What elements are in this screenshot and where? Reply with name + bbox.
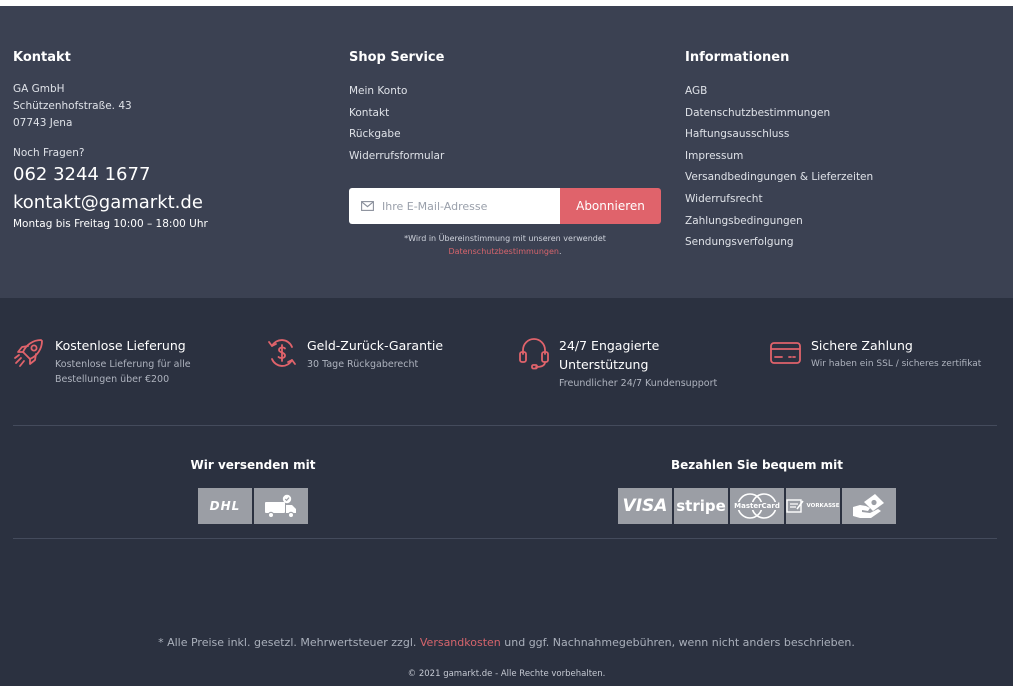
phone-number[interactable]: 062 3244 1677 xyxy=(13,162,313,188)
info-link-tracking[interactable]: Sendungsverfolgung xyxy=(685,232,1005,254)
money-back-icon xyxy=(268,339,296,367)
visa-logo-text: VISA xyxy=(622,496,668,516)
footer-page: Kontakt GA GmbH Schützenhofstraße. 43 07… xyxy=(0,0,1013,686)
service-link-contact[interactable]: Kontakt xyxy=(349,103,669,125)
prepayment-logo: VORKASSE xyxy=(786,488,840,524)
hand-money-icon xyxy=(853,494,884,518)
cash-payment-logo xyxy=(842,488,896,524)
feature-support: 24/7 Engagierte Unterstützung Freundlich… xyxy=(517,336,747,391)
envelope-icon xyxy=(361,201,374,211)
divider xyxy=(13,538,997,539)
service-link-return[interactable]: Rückgabe xyxy=(349,124,669,146)
stripe-logo-text: stripe xyxy=(676,497,726,515)
service-link-account[interactable]: Mein Konto xyxy=(349,81,669,103)
feature-desc: Wir haben ein SSL / sicheres zertifikat xyxy=(811,359,982,369)
service-heading: Shop Service xyxy=(349,50,445,65)
opening-hours: Montag bis Freitag 10:00 – 18:00 Uhr xyxy=(13,218,208,230)
newsletter-email-input[interactable]: Ihre E-Mail-Adresse xyxy=(349,188,560,224)
info-link-agb[interactable]: AGB xyxy=(685,81,1005,103)
invoice-check-icon xyxy=(786,499,805,513)
dhl-logo-text: DHL xyxy=(209,499,241,513)
info-heading: Informationen xyxy=(685,50,790,65)
consent-text: *Wird in Übereinstimmung mit unseren ver… xyxy=(404,234,606,243)
consent-end: . xyxy=(559,247,562,256)
email-link[interactable]: kontakt@gamarkt.de xyxy=(13,190,313,216)
price-note-text: * Alle Preise inkl. gesetzl. Mehrwertste… xyxy=(158,636,417,649)
prepayment-logo-text: VORKASSE xyxy=(806,503,840,509)
feature-secure-payment: Sichere Zahlung Wir haben ein SSL / sich… xyxy=(769,336,1005,372)
feature-desc: Freundlicher 24/7 Kundensupport xyxy=(559,378,718,389)
copyright: © 2021 gamarkt.de - Alle Rechte vorbehal… xyxy=(407,669,606,679)
price-note: * Alle Preise inkl. gesetzl. Mehrwertste… xyxy=(0,636,1013,649)
visa-logo: VISA xyxy=(618,488,672,524)
newsletter-placeholder: Ihre E-Mail-Adresse xyxy=(382,199,488,213)
mastercard-logo: MasterCard xyxy=(730,488,784,524)
company-city: 07743 Jena xyxy=(13,117,73,129)
company-street: Schützenhofstraße. 43 xyxy=(13,100,132,112)
contact-column: Kontakt GA GmbH Schützenhofstraße. 43 07… xyxy=(13,50,313,231)
rocket-icon xyxy=(14,339,43,367)
info-link-imprint[interactable]: Impressum xyxy=(685,146,1005,168)
stripe-logo: stripe xyxy=(674,488,728,524)
newsletter-consent: *Wird in Übereinstimmung mit unseren ver… xyxy=(349,232,661,258)
mastercard-logo-text: MasterCard xyxy=(733,502,781,510)
info-link-privacy[interactable]: Datenschutzbestimmungen xyxy=(685,103,1005,125)
feature-free-shipping: Kostenlose Lieferung Kostenlose Lieferun… xyxy=(13,336,243,387)
service-link-withdrawal-form[interactable]: Widerrufsformular xyxy=(349,146,669,168)
privacy-link[interactable]: Datenschutzbestimmungen xyxy=(448,247,559,256)
feature-money-back: Geld-Zurück-Garantie 30 Tage Rückgaberec… xyxy=(265,336,495,372)
company-name: GA GmbH xyxy=(13,83,65,95)
contact-heading: Kontakt xyxy=(13,50,71,65)
feature-title: Kostenlose Lieferung xyxy=(55,338,186,353)
divider xyxy=(13,425,997,426)
shipping-costs-link[interactable]: Versandkosten xyxy=(420,636,501,649)
subscribe-button[interactable]: Abonnieren xyxy=(560,188,661,224)
info-link-shipping[interactable]: Versandbedingungen & Lieferzeiten xyxy=(685,167,1005,189)
credit-card-icon xyxy=(770,342,801,364)
payment-heading: Bezahlen Sie bequem mit xyxy=(671,458,843,472)
info-column: Informationen AGB Datenschutzbestimmunge… xyxy=(685,50,1005,254)
feature-desc: Kostenlose Lieferung für alle Bestellung… xyxy=(55,359,191,385)
info-link-withdrawal[interactable]: Widerrufsrecht xyxy=(685,189,1005,211)
headset-icon xyxy=(519,338,549,370)
delivery-truck-logo xyxy=(254,488,308,524)
price-note-end: und ggf. Nachnahmegebühren, wenn nicht a… xyxy=(504,636,855,649)
shipping-heading: Wir versenden mit xyxy=(190,458,316,472)
info-link-disclaimer[interactable]: Haftungsausschluss xyxy=(685,124,1005,146)
footer-top: Kontakt GA GmbH Schützenhofstraße. 43 07… xyxy=(0,6,1013,298)
info-link-payment-terms[interactable]: Zahlungsbedingungen xyxy=(685,211,1005,233)
feature-desc: 30 Tage Rückgaberecht xyxy=(307,359,419,370)
feature-title: Sichere Zahlung xyxy=(811,338,913,353)
newsletter-form: Ihre E-Mail-Adresse Abonnieren xyxy=(349,188,661,224)
question-text: Noch Fragen? xyxy=(13,147,85,159)
footer-bottom: Kostenlose Lieferung Kostenlose Lieferun… xyxy=(0,298,1013,686)
feature-title: 24/7 Engagierte Unterstützung xyxy=(559,338,660,372)
service-column: Shop Service Mein Konto Kontakt Rückgabe… xyxy=(349,50,669,167)
feature-title: Geld-Zurück-Garantie xyxy=(307,338,444,353)
delivery-truck-icon xyxy=(265,494,296,519)
dhl-logo: DHL xyxy=(198,488,252,524)
